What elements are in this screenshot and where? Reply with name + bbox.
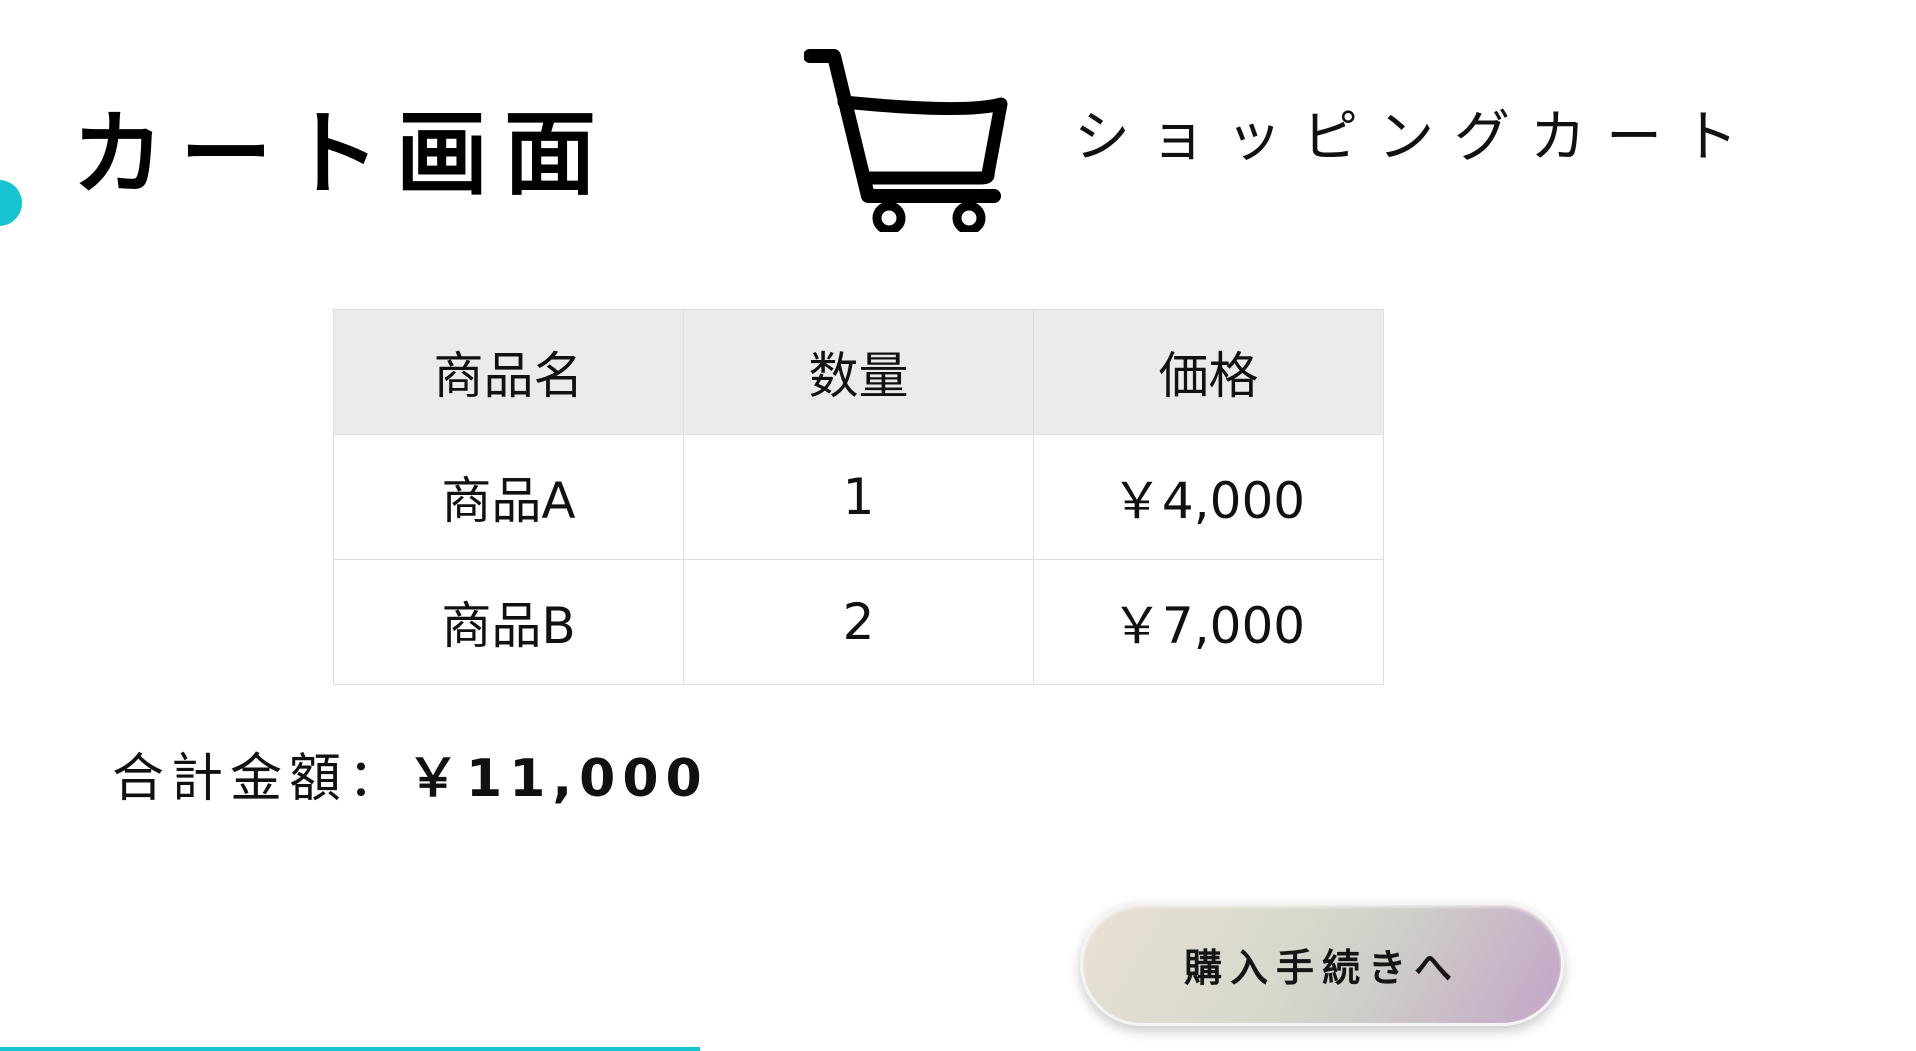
total-value: ￥11,000: [407, 749, 709, 809]
table-row: 商品B 2 ￥7,000: [333, 559, 1384, 685]
cell-price: ￥4,000: [1033, 434, 1384, 560]
cell-product-name: 商品B: [333, 559, 684, 685]
shopping-cart-icon: [804, 49, 1008, 232]
decorative-dot: [0, 180, 22, 226]
table-header-row: 商品名 数量 価格: [333, 309, 1384, 435]
cell-price: ￥7,000: [1033, 559, 1384, 685]
column-header-quantity: 数量: [683, 309, 1034, 435]
table-row: 商品A 1 ￥4,000: [333, 434, 1384, 560]
cart-table: 商品名 数量 価格 商品A 1 ￥4,000 商品B 2 ￥7,000: [333, 309, 1384, 685]
cell-quantity: 1: [683, 434, 1034, 560]
cart-heading: ショッピングカート: [1074, 105, 1758, 170]
total-amount: 合計金額：￥11,000: [112, 748, 709, 810]
cell-product-name: 商品A: [333, 434, 684, 560]
cell-quantity: 2: [683, 559, 1034, 685]
checkout-button[interactable]: 購入手続きへ: [1080, 902, 1564, 1026]
column-header-price: 価格: [1033, 309, 1384, 435]
page-title: カート画面: [72, 100, 613, 208]
bottom-accent-bar: [0, 1047, 700, 1051]
column-header-product-name: 商品名: [333, 309, 684, 435]
total-label: 合計金額：: [112, 749, 408, 809]
